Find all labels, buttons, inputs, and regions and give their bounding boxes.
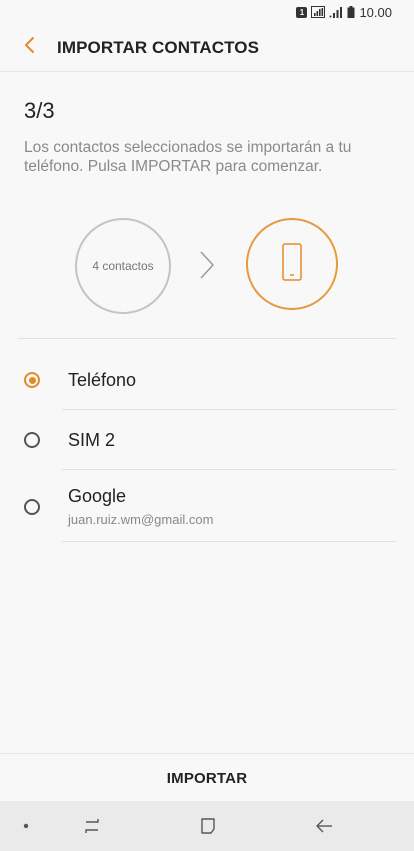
option-sim2[interactable]: SIM 2: [0, 410, 414, 470]
option-telefono[interactable]: Teléfono: [0, 350, 414, 410]
status-bar: 1 10.00: [0, 0, 414, 24]
chevron-right-icon: [198, 250, 216, 285]
recents-icon[interactable]: [80, 815, 104, 837]
option-label: Teléfono: [68, 370, 137, 390]
section-divider: [18, 338, 396, 339]
back-arrow-icon[interactable]: [312, 815, 336, 837]
back-button[interactable]: [12, 30, 48, 66]
option-label: Google: [68, 486, 127, 506]
source-contacts-label: 4 contactos: [92, 259, 154, 273]
step-description: Los contactos seleccionados se importará…: [24, 139, 352, 175]
step-counter: 3/3: [24, 98, 55, 123]
radio-google[interactable]: [24, 499, 40, 515]
home-icon[interactable]: [196, 815, 220, 837]
sim-icon: 1: [296, 6, 308, 18]
import-button[interactable]: IMPORTAR: [0, 753, 414, 802]
app-header: IMPORTAR CONTACTOS: [0, 24, 414, 72]
status-time: 10.00: [359, 4, 392, 20]
import-button-label: IMPORTAR: [166, 769, 248, 787]
option-google[interactable]: Google juan.ruiz.wm@gmail.com: [0, 470, 414, 542]
option-sublabel: juan.ruiz.wm@gmail.com: [68, 512, 214, 527]
phone-icon: [282, 242, 302, 286]
radio-telefono[interactable]: [24, 372, 40, 388]
signal-wifi-icon: [311, 6, 326, 18]
option-divider: [62, 541, 396, 542]
radio-sim2[interactable]: [24, 432, 40, 448]
page-title: IMPORTAR CONTACTOS: [57, 37, 260, 57]
signal-bars-icon: [329, 6, 343, 18]
dot-icon[interactable]: [22, 822, 30, 830]
battery-icon: [347, 6, 355, 18]
source-contacts-circle: 4 contactos: [75, 218, 171, 314]
chevron-left-icon: [24, 36, 36, 59]
destination-phone-circle: [246, 218, 338, 310]
navigation-bar: [0, 801, 414, 851]
option-label: SIM 2: [68, 430, 116, 450]
